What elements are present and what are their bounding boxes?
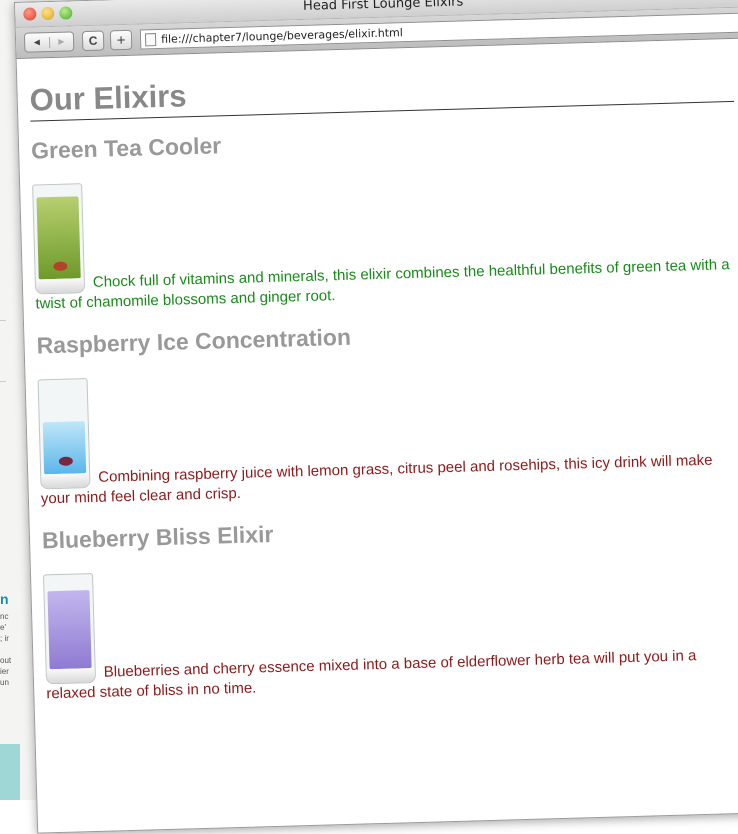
add-bookmark-icon[interactable]: + — [109, 29, 133, 51]
blueberry-glass-image — [42, 573, 97, 685]
elixir-title: Green Tea Cooler — [30, 132, 222, 164]
forward-arrow-icon[interactable]: ► — [48, 35, 74, 48]
reload-icon[interactable]: C — [81, 30, 105, 52]
page-content: Our Elixirs Green Tea Cooler Chock full … — [17, 38, 738, 704]
background-divider — [0, 320, 6, 382]
elixir-title: Blueberry Bliss Elixir — [41, 520, 274, 554]
elixir-blueberry-bliss: Blueberry Bliss Elixir Blueberries and c… — [42, 508, 738, 705]
address-url: file:///chapter7/lounge/beverages/elixir… — [160, 25, 403, 46]
elixir-title: Raspberry Ice Concentration — [36, 323, 352, 359]
raspberry-glass-image — [37, 378, 91, 490]
background-teal-block — [0, 744, 20, 800]
back-forward-group: ◄ ► — [23, 31, 75, 53]
elixir-description: Chock full of vitamins and minerals, thi… — [35, 256, 730, 313]
elixir-description: Combining raspberry juice with lemon gra… — [40, 451, 713, 508]
back-arrow-icon[interactable]: ◄ — [25, 37, 49, 49]
elixir-raspberry-ice: Raspberry Ice Concentration Combining ra… — [36, 313, 738, 510]
elixir-description: Blueberries and cherry essence mixed int… — [46, 647, 697, 703]
green-tea-glass-image — [32, 183, 86, 295]
elixir-green-tea-cooler: Green Tea Cooler Chock full of vitamins … — [31, 118, 738, 315]
page-icon — [144, 32, 157, 46]
background-text-fragment: n nc e'; ir out ier un — [0, 591, 12, 687]
browser-window: Head First Lounge Elixirs ◄ ► C + file:/… — [14, 0, 738, 834]
page-title: Our Elixirs — [29, 62, 735, 122]
